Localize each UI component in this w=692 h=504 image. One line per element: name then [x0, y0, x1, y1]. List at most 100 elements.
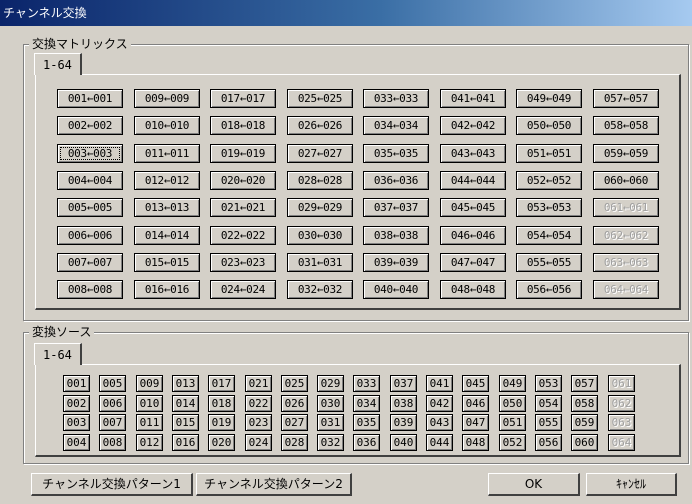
source-button[interactable]: 019: [208, 414, 235, 431]
source-button[interactable]: 038: [390, 395, 417, 412]
source-button[interactable]: 061: [608, 375, 635, 392]
source-button[interactable]: 064: [608, 434, 635, 451]
matrix-button[interactable]: 004←004: [57, 171, 123, 190]
source-button[interactable]: 009: [136, 375, 163, 392]
matrix-button[interactable]: 029←029: [287, 198, 353, 217]
matrix-button[interactable]: 003←003: [57, 144, 123, 163]
source-button[interactable]: 017: [208, 375, 235, 392]
source-button[interactable]: 063: [608, 414, 635, 431]
source-button[interactable]: 044: [426, 434, 453, 451]
source-button[interactable]: 015: [172, 414, 199, 431]
source-button[interactable]: 006: [99, 395, 126, 412]
source-button[interactable]: 049: [499, 375, 526, 392]
source-button[interactable]: 058: [571, 395, 598, 412]
source-button[interactable]: 043: [426, 414, 453, 431]
matrix-button[interactable]: 048←048: [440, 280, 506, 299]
source-button[interactable]: 034: [353, 395, 380, 412]
matrix-button[interactable]: 008←008: [57, 280, 123, 299]
matrix-button[interactable]: 023←023: [210, 253, 276, 272]
matrix-button[interactable]: 028←028: [287, 171, 353, 190]
source-button[interactable]: 032: [317, 434, 344, 451]
source-button[interactable]: 016: [172, 434, 199, 451]
matrix-button[interactable]: 026←026: [287, 116, 353, 135]
matrix-button[interactable]: 043←043: [440, 144, 506, 163]
matrix-button[interactable]: 041←041: [440, 89, 506, 108]
source-button[interactable]: 002: [63, 395, 90, 412]
matrix-button[interactable]: 064←064: [593, 280, 659, 299]
matrix-button[interactable]: 040←040: [363, 280, 429, 299]
matrix-button[interactable]: 027←027: [287, 144, 353, 163]
matrix-button[interactable]: 032←032: [287, 280, 353, 299]
matrix-button[interactable]: 050←050: [516, 116, 582, 135]
source-button[interactable]: 051: [499, 414, 526, 431]
matrix-button[interactable]: 018←018: [210, 116, 276, 135]
source-button[interactable]: 011: [136, 414, 163, 431]
matrix-button[interactable]: 009←009: [134, 89, 200, 108]
matrix-button[interactable]: 022←022: [210, 226, 276, 245]
matrix-button[interactable]: 030←030: [287, 226, 353, 245]
pattern2-button[interactable]: チャンネル交換パターン2: [196, 473, 352, 496]
source-button[interactable]: 054: [535, 395, 562, 412]
matrix-button[interactable]: 007←007: [57, 253, 123, 272]
source-button[interactable]: 029: [317, 375, 344, 392]
matrix-button[interactable]: 053←053: [516, 198, 582, 217]
matrix-button[interactable]: 034←034: [363, 116, 429, 135]
source-button[interactable]: 060: [571, 434, 598, 451]
matrix-button[interactable]: 010←010: [134, 116, 200, 135]
matrix-button[interactable]: 035←035: [363, 144, 429, 163]
matrix-button[interactable]: 044←044: [440, 171, 506, 190]
source-button[interactable]: 005: [99, 375, 126, 392]
matrix-button[interactable]: 012←012: [134, 171, 200, 190]
source-button[interactable]: 053: [535, 375, 562, 392]
matrix-button[interactable]: 057←057: [593, 89, 659, 108]
matrix-button[interactable]: 060←060: [593, 171, 659, 190]
matrix-button[interactable]: 015←015: [134, 253, 200, 272]
source-button[interactable]: 004: [63, 434, 90, 451]
source-button[interactable]: 035: [353, 414, 380, 431]
tab-matrix-1-64[interactable]: 1-64: [34, 53, 82, 75]
source-button[interactable]: 018: [208, 395, 235, 412]
source-button[interactable]: 045: [462, 375, 489, 392]
source-button[interactable]: 050: [499, 395, 526, 412]
source-button[interactable]: 031: [317, 414, 344, 431]
matrix-button[interactable]: 021←021: [210, 198, 276, 217]
source-button[interactable]: 020: [208, 434, 235, 451]
source-button[interactable]: 042: [426, 395, 453, 412]
matrix-button[interactable]: 019←019: [210, 144, 276, 163]
source-button[interactable]: 039: [390, 414, 417, 431]
source-button[interactable]: 030: [317, 395, 344, 412]
source-button[interactable]: 057: [571, 375, 598, 392]
source-button[interactable]: 007: [99, 414, 126, 431]
matrix-button[interactable]: 045←045: [440, 198, 506, 217]
matrix-button[interactable]: 017←017: [210, 89, 276, 108]
source-button[interactable]: 014: [172, 395, 199, 412]
matrix-button[interactable]: 037←037: [363, 198, 429, 217]
source-button[interactable]: 036: [353, 434, 380, 451]
source-button[interactable]: 013: [172, 375, 199, 392]
source-button[interactable]: 022: [245, 395, 272, 412]
matrix-button[interactable]: 016←016: [134, 280, 200, 299]
pattern1-button[interactable]: チャンネル交換パターン1: [31, 473, 193, 496]
matrix-button[interactable]: 049←049: [516, 89, 582, 108]
ok-button[interactable]: OK: [488, 473, 580, 496]
source-button[interactable]: 001: [63, 375, 90, 392]
matrix-button[interactable]: 062←062: [593, 226, 659, 245]
source-button[interactable]: 024: [245, 434, 272, 451]
matrix-button[interactable]: 052←052: [516, 171, 582, 190]
tab-source-1-64[interactable]: 1-64: [34, 343, 82, 365]
cancel-button[interactable]: ｷｬﾝｾﾙ: [586, 473, 677, 496]
matrix-button[interactable]: 031←031: [287, 253, 353, 272]
source-button[interactable]: 027: [281, 414, 308, 431]
source-button[interactable]: 062: [608, 395, 635, 412]
matrix-button[interactable]: 020←020: [210, 171, 276, 190]
matrix-button[interactable]: 036←036: [363, 171, 429, 190]
source-button[interactable]: 026: [281, 395, 308, 412]
matrix-button[interactable]: 046←046: [440, 226, 506, 245]
source-button[interactable]: 055: [535, 414, 562, 431]
matrix-button[interactable]: 013←013: [134, 198, 200, 217]
source-button[interactable]: 023: [245, 414, 272, 431]
matrix-button[interactable]: 025←025: [287, 89, 353, 108]
source-button[interactable]: 048: [462, 434, 489, 451]
matrix-button[interactable]: 051←051: [516, 144, 582, 163]
source-button[interactable]: 059: [571, 414, 598, 431]
